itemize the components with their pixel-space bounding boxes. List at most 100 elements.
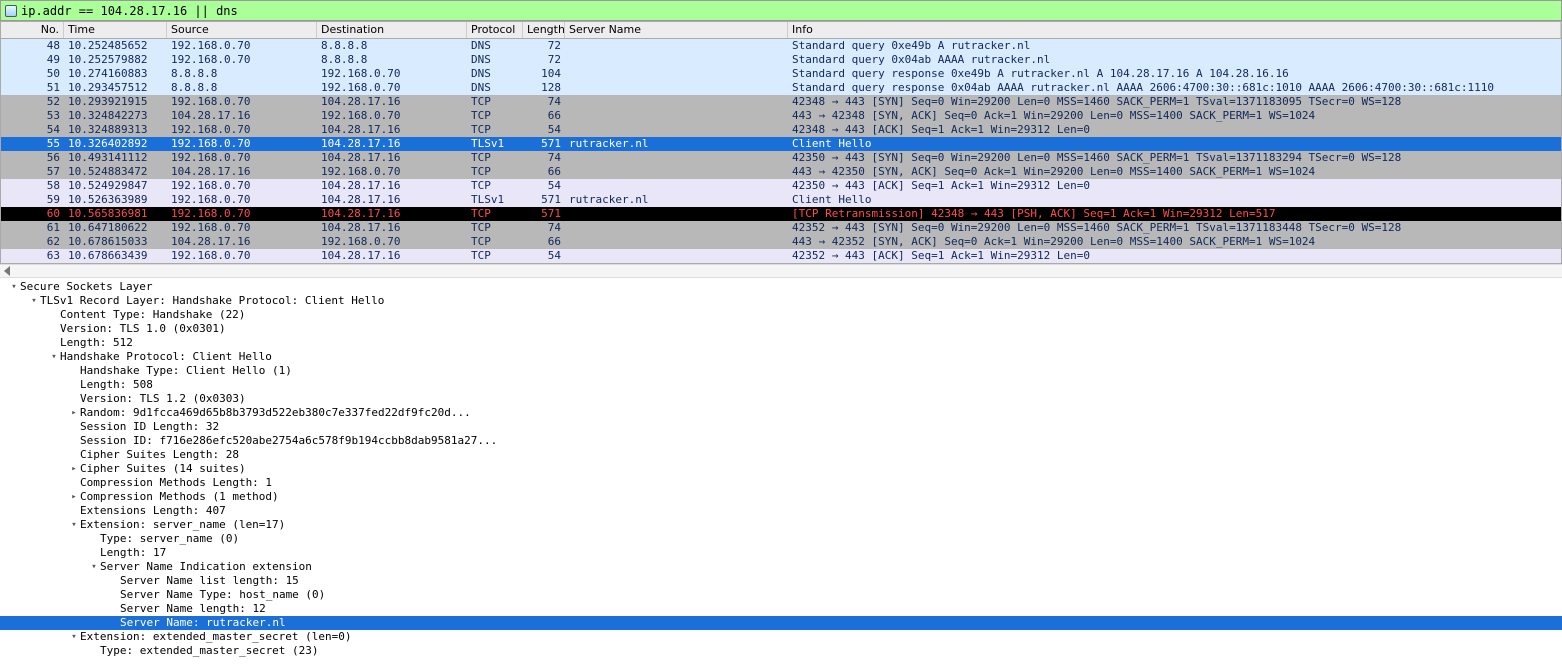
cell-time: 10.493141112 (64, 151, 167, 165)
triangle-right-icon[interactable]: ▸ (68, 462, 80, 476)
cell-sname (565, 249, 788, 263)
tree-row[interactable]: ▾ Secure Sockets Layer (0, 280, 1562, 294)
packet-row[interactable]: 5410.324889313192.168.0.70104.28.17.16TC… (1, 123, 1561, 137)
triangle-down-icon[interactable]: ▾ (88, 560, 100, 574)
packet-row[interactable]: 4810.252485652192.168.0.708.8.8.8DNS72St… (1, 39, 1561, 53)
cell-no: 51 (1, 81, 64, 95)
packet-list-pane[interactable]: No. Time Source Destination Protocol Len… (0, 21, 1562, 264)
packet-row[interactable]: 5710.524883472104.28.17.16192.168.0.70TC… (1, 165, 1561, 179)
col-source[interactable]: Source (167, 22, 317, 38)
cell-proto: TCP (467, 151, 523, 165)
tree-row[interactable]: Session ID: f716e286efc520abe2754a6c578f… (0, 434, 1562, 448)
cell-proto: TLSv1 (467, 137, 523, 151)
packet-row[interactable]: 6110.647180622192.168.0.70104.28.17.16TC… (1, 221, 1561, 235)
bookmark-icon[interactable] (5, 5, 17, 17)
triangle-down-icon[interactable]: ▾ (68, 630, 80, 644)
packet-row[interactable]: 6210.678615033104.28.17.16192.168.0.70TC… (1, 235, 1561, 249)
tree-label: Version: TLS 1.2 (0x0303) (80, 392, 246, 406)
tree-row[interactable]: Cipher Suites Length: 28 (0, 448, 1562, 462)
packet-row[interactable]: 5510.326402892192.168.0.70104.28.17.16TL… (1, 137, 1561, 151)
triangle-down-icon[interactable]: ▾ (68, 518, 80, 532)
cell-proto: TCP (467, 109, 523, 123)
triangle-right-icon[interactable]: ▸ (68, 406, 80, 420)
packet-row[interactable]: 5910.526363989192.168.0.70104.28.17.16TL… (1, 193, 1561, 207)
col-protocol[interactable]: Protocol (467, 22, 523, 38)
cell-proto: TCP (467, 249, 523, 263)
packet-row[interactable]: 5810.524929847192.168.0.70104.28.17.16TC… (1, 179, 1561, 193)
tree-label: Cipher Suites (14 suites) (80, 462, 246, 476)
packet-row[interactable]: 5110.2934575128.8.8.8192.168.0.70DNS128S… (1, 81, 1561, 95)
tree-row[interactable]: Version: TLS 1.0 (0x0301) (0, 322, 1562, 336)
packet-row[interactable]: 6010.565836981192.168.0.70104.28.17.16TC… (1, 207, 1561, 221)
col-info[interactable]: Info (788, 22, 1561, 38)
tree-row[interactable]: Length: 512 (0, 336, 1562, 350)
cell-time: 10.565836981 (64, 207, 167, 221)
cell-dst: 192.168.0.70 (317, 109, 467, 123)
cell-proto: TCP (467, 207, 523, 221)
tree-row[interactable]: Server Name Type: host_name (0) (0, 588, 1562, 602)
tree-row[interactable]: Content Type: Handshake (22) (0, 308, 1562, 322)
tree-row[interactable]: Type: extended_master_secret (23) (0, 644, 1562, 658)
cell-proto: TCP (467, 235, 523, 249)
display-filter-text[interactable]: ip.addr == 104.28.17.16 || dns (21, 4, 238, 18)
cell-src: 192.168.0.70 (167, 193, 317, 207)
cell-time: 10.524883472 (64, 165, 167, 179)
cell-src: 192.168.0.70 (167, 151, 317, 165)
tree-label: Server Name: rutracker.nl (120, 616, 286, 630)
cell-info: 42350 → 443 [ACK] Seq=1 Ack=1 Win=29312 … (788, 179, 1561, 193)
packet-row[interactable]: 5210.293921915192.168.0.70104.28.17.16TC… (1, 95, 1561, 109)
col-destination[interactable]: Destination (317, 22, 467, 38)
tree-row[interactable]: ▾ Extension: extended_master_secret (len… (0, 630, 1562, 644)
cell-no: 61 (1, 221, 64, 235)
packet-row[interactable]: 4910.252579882192.168.0.708.8.8.8DNS72St… (1, 53, 1561, 67)
packet-row[interactable]: 5010.2741608838.8.8.8192.168.0.70DNS104S… (1, 67, 1561, 81)
tree-row[interactable]: Handshake Type: Client Hello (1) (0, 364, 1562, 378)
col-time[interactable]: Time (64, 22, 167, 38)
tree-row[interactable]: Type: server_name (0) (0, 532, 1562, 546)
tree-row[interactable]: ▸ Random: 9d1fcca469d65b8b3793d522eb380c… (0, 406, 1562, 420)
packet-row[interactable]: 5310.324842273104.28.17.16192.168.0.70TC… (1, 109, 1561, 123)
tree-row[interactable]: Length: 508 (0, 378, 1562, 392)
tree-row[interactable]: Session ID Length: 32 (0, 420, 1562, 434)
tree-row[interactable]: Length: 17 (0, 546, 1562, 560)
cell-info: 42352 → 443 [ACK] Seq=1 Ack=1 Win=29312 … (788, 249, 1561, 263)
tree-row[interactable]: ▾ Handshake Protocol: Client Hello (0, 350, 1562, 364)
packet-row[interactable]: 5610.493141112192.168.0.70104.28.17.16TC… (1, 151, 1561, 165)
tree-row[interactable]: Server Name list length: 15 (0, 574, 1562, 588)
tree-row[interactable]: ▾ Extension: server_name (len=17) (0, 518, 1562, 532)
cell-info: [TCP Retransmission] 42348 → 443 [PSH, A… (788, 207, 1561, 221)
tree-row[interactable]: ▸ Cipher Suites (14 suites) (0, 462, 1562, 476)
tree-label: Extension: server_name (len=17) (80, 518, 285, 532)
cell-time: 10.326402892 (64, 137, 167, 151)
tree-row[interactable]: Server Name: rutracker.nl (0, 616, 1562, 630)
cell-len: 66 (523, 235, 565, 249)
cell-src: 192.168.0.70 (167, 249, 317, 263)
horizontal-scrollbar[interactable] (0, 264, 1562, 278)
col-no[interactable]: No. (1, 22, 64, 38)
triangle-right-icon[interactable]: ▸ (68, 490, 80, 504)
packet-details-pane[interactable]: ▾ Secure Sockets Layer▾ TLSv1 Record Lay… (0, 278, 1562, 658)
tree-row[interactable]: ▾ TLSv1 Record Layer: Handshake Protocol… (0, 294, 1562, 308)
cell-dst: 8.8.8.8 (317, 39, 467, 53)
scroll-left-icon[interactable] (4, 266, 10, 276)
tree-row[interactable]: Version: TLS 1.2 (0x0303) (0, 392, 1562, 406)
cell-len: 54 (523, 249, 565, 263)
tree-label: TLSv1 Record Layer: Handshake Protocol: … (40, 294, 384, 308)
packet-row[interactable]: 6310.678663439192.168.0.70104.28.17.16TC… (1, 249, 1561, 263)
cell-no: 50 (1, 67, 64, 81)
display-filter-bar[interactable]: ip.addr == 104.28.17.16 || dns (0, 0, 1562, 21)
triangle-down-icon[interactable]: ▾ (48, 350, 60, 364)
tree-row[interactable]: ▾ Server Name Indication extension (0, 560, 1562, 574)
triangle-down-icon[interactable]: ▾ (28, 294, 40, 308)
tree-label: Compression Methods Length: 1 (80, 476, 272, 490)
triangle-down-icon[interactable]: ▾ (8, 280, 20, 294)
tree-row[interactable]: ▸ Compression Methods (1 method) (0, 490, 1562, 504)
cell-time: 10.293457512 (64, 81, 167, 95)
cell-len: 54 (523, 123, 565, 137)
tree-row[interactable]: Server Name length: 12 (0, 602, 1562, 616)
cell-len: 571 (523, 207, 565, 221)
col-server-name[interactable]: Server Name (565, 22, 788, 38)
col-length[interactable]: Length (523, 22, 565, 38)
tree-row[interactable]: Extensions Length: 407 (0, 504, 1562, 518)
tree-row[interactable]: Compression Methods Length: 1 (0, 476, 1562, 490)
